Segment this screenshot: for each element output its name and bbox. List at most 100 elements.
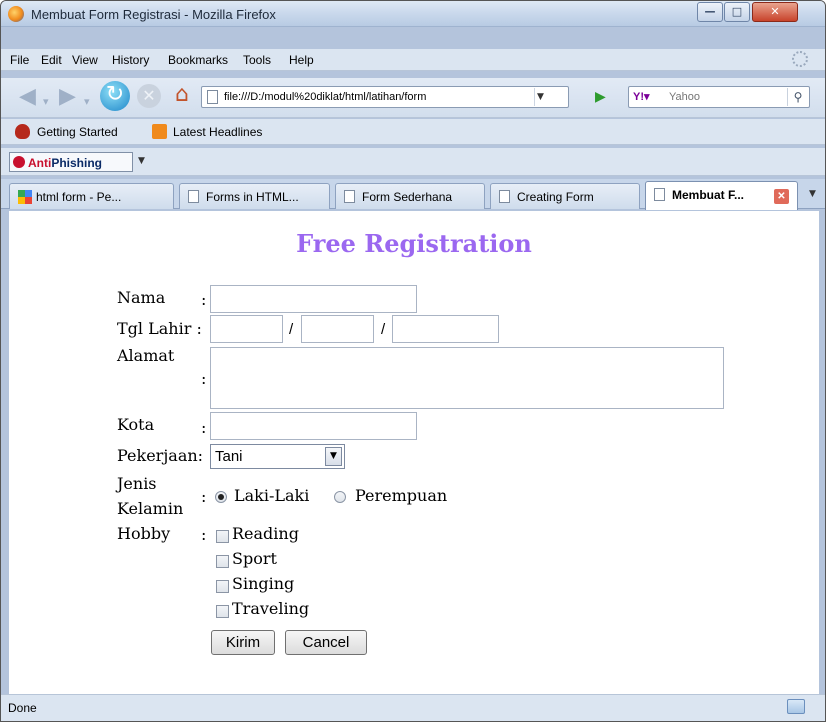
menu-tools[interactable]: Tools (243, 53, 271, 67)
alamat-label: Alamat (117, 346, 175, 365)
tgl-lahir-label: Tgl Lahir : (117, 319, 202, 338)
forward-arrow-icon[interactable]: ▶ (59, 86, 76, 108)
stop-icon[interactable]: ✕ (137, 84, 161, 108)
date-separator: / (381, 321, 386, 338)
list-all-tabs-button[interactable]: ▼ (809, 189, 816, 199)
close-window-button[interactable]: ✕ (752, 2, 798, 22)
tab-html-form[interactable]: html form - Pe... (9, 183, 174, 209)
back-history-dropdown[interactable]: ▾ (43, 91, 49, 113)
tab-membuat-form[interactable]: Membuat F... ✕ (645, 181, 798, 210)
page-icon (344, 190, 355, 203)
menu-history[interactable]: History (112, 53, 149, 67)
nama-input[interactable] (210, 285, 417, 313)
menu-bookmarks[interactable]: Bookmarks (168, 53, 228, 67)
page-icon (207, 90, 218, 104)
antiphishing-button[interactable]: AntiPhishing (9, 152, 133, 172)
tab-creating-form[interactable]: Creating Form (490, 183, 640, 209)
forward-history-dropdown[interactable]: ▾ (84, 91, 90, 113)
date-separator: / (289, 321, 294, 338)
tab-form-sederhana[interactable]: Form Sederhana (335, 183, 485, 209)
page-content: Free Registration Nama : Tgl Lahir : / /… (9, 211, 819, 694)
hobby-checkbox-singing[interactable] (216, 580, 229, 593)
search-engine-label: Y! (633, 91, 644, 103)
menu-help[interactable]: Help (289, 53, 314, 67)
search-bar[interactable]: Y!▾ ⚲ (628, 86, 810, 108)
hobby-label-singing: Singing (232, 574, 295, 593)
page-icon (654, 188, 665, 201)
pekerjaan-select[interactable]: Tani ▼ (210, 444, 345, 469)
kirim-button[interactable]: Kirim (211, 630, 275, 655)
gender-option-laki-laki: Laki-Laki (234, 486, 310, 505)
menu-file[interactable]: File (10, 53, 29, 67)
bookmark-getting-started[interactable]: Getting Started (37, 125, 118, 139)
antiphishing-prefix: Anti (28, 156, 52, 170)
kota-colon: : (201, 418, 207, 437)
yahoo-engine-icon[interactable]: Y!▾ (633, 90, 650, 103)
hobby-label-sport: Sport (232, 549, 277, 568)
window-title: Membuat Form Registrasi - Mozilla Firefo… (31, 7, 276, 22)
tab-label: Form Sederhana (362, 190, 453, 204)
getting-started-icon (15, 124, 30, 139)
hobby-checkbox-reading[interactable] (216, 530, 229, 543)
title-bar: Membuat Form Registrasi - Mozilla Firefo… (1, 1, 825, 27)
bookmarks-toolbar: Getting Started Latest Headlines (1, 119, 825, 145)
mail-icon[interactable] (787, 699, 805, 714)
go-arrow-icon[interactable]: ▶ (595, 87, 609, 107)
page-icon (499, 190, 510, 203)
tab-label: html form - Pe... (36, 190, 122, 204)
hobby-label: Hobby (117, 524, 171, 543)
nama-label: Nama (117, 288, 166, 307)
rss-feed-icon (152, 124, 167, 139)
status-bar: Done (1, 694, 825, 721)
cancel-button[interactable]: Cancel (285, 630, 367, 655)
url-history-dropdown[interactable]: ▼ (534, 88, 546, 106)
menu-view[interactable]: View (72, 53, 98, 67)
browser-window: Membuat Form Registrasi - Mozilla Firefo… (0, 0, 826, 722)
bulan-input[interactable] (301, 315, 374, 343)
hobby-colon: : (201, 525, 207, 544)
alamat-textarea[interactable] (210, 347, 724, 409)
kota-input[interactable] (210, 412, 417, 440)
jenis-kelamin-colon: : (201, 487, 207, 506)
firefox-icon (8, 6, 24, 22)
nama-colon: : (201, 290, 207, 309)
gender-radio-perempuan[interactable] (334, 491, 346, 503)
search-magnifier-icon[interactable]: ⚲ (787, 88, 808, 106)
kelamin-label: Kelamin (117, 499, 184, 518)
pekerjaan-label: Pekerjaan: (117, 446, 204, 465)
chevron-down-icon[interactable]: ▼ (325, 447, 342, 466)
antiphishing-suffix: Phishing (51, 156, 102, 170)
tab-label: Membuat F... (672, 188, 745, 202)
tab-forms-in-html[interactable]: Forms in HTML... (179, 183, 330, 209)
hobby-label-reading: Reading (232, 524, 299, 543)
hobby-label-traveling: Traveling (232, 599, 310, 618)
antiphishing-logo-icon (13, 156, 25, 168)
home-icon[interactable]: ⌂ (169, 82, 195, 108)
url-text[interactable]: file:///D:/modul%20diklat/html/latihan/f… (224, 91, 522, 103)
hobby-checkbox-sport[interactable] (216, 555, 229, 568)
gender-radio-laki-laki[interactable] (215, 491, 227, 503)
search-input[interactable] (669, 89, 785, 105)
tab-label: Creating Form (517, 190, 594, 204)
menu-edit[interactable]: Edit (41, 53, 62, 67)
page-title: Free Registration (296, 229, 532, 258)
minimize-button[interactable]: — (697, 2, 723, 22)
bookmark-latest-headlines[interactable]: Latest Headlines (173, 125, 262, 139)
antiphishing-toolbar: AntiPhishing ▼ (1, 148, 825, 176)
tahun-input[interactable] (392, 315, 499, 343)
close-tab-icon[interactable]: ✕ (774, 189, 789, 204)
back-arrow-icon[interactable]: ◀ (19, 86, 36, 108)
tab-strip: html form - Pe... Forms in HTML... Form … (1, 179, 825, 210)
google-favicon-icon (18, 190, 32, 204)
url-bar[interactable]: file:///D:/modul%20diklat/html/latihan/f… (201, 86, 569, 108)
throbber-icon (792, 51, 808, 67)
gender-option-perempuan: Perempuan (355, 486, 448, 505)
antiphishing-dropdown[interactable]: ▼ (138, 156, 145, 166)
kota-label: Kota (117, 415, 155, 434)
hobby-checkbox-traveling[interactable] (216, 605, 229, 618)
tanggal-input[interactable] (210, 315, 283, 343)
reload-icon[interactable]: ↻ (100, 81, 130, 111)
status-text: Done (8, 701, 37, 715)
maximize-button[interactable]: □ (724, 2, 750, 22)
alamat-colon: : (201, 369, 207, 388)
